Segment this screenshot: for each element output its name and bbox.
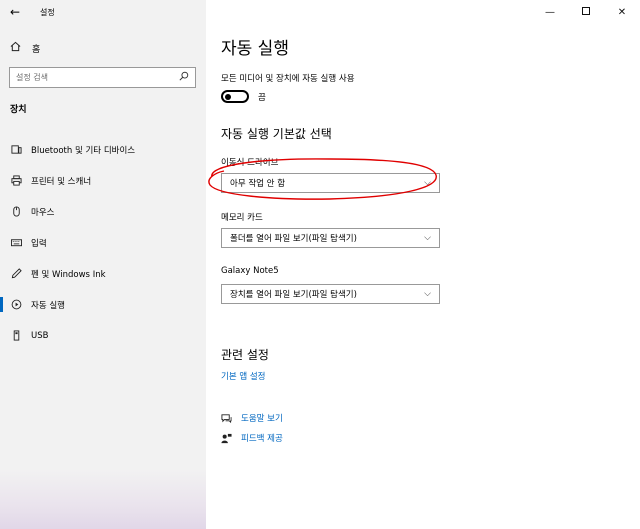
- sidebar-item-typing[interactable]: 입력: [0, 227, 206, 258]
- search-icon: [179, 71, 189, 84]
- printer-icon: [11, 175, 31, 186]
- galaxy-note5-label: Galaxy Note5: [221, 266, 279, 276]
- autoplay-icon: [11, 299, 31, 310]
- sidebar-item-bluetooth[interactable]: Bluetooth 및 기타 디바이스: [0, 134, 206, 165]
- dropdown-value: 장치를 열어 파일 보기(파일 탐색기): [230, 290, 357, 300]
- toggle-knob: [225, 93, 231, 100]
- memory-card-dropdown[interactable]: 폴더를 열어 파일 보기(파일 탐색기) ⌵: [221, 228, 440, 248]
- sidebar-item-autoplay[interactable]: 자동 실행: [0, 289, 206, 320]
- usb-icon: [11, 330, 31, 341]
- removable-drive-dropdown[interactable]: 아무 작업 안 함 ⌵: [221, 173, 440, 193]
- sidebar-item-label: 자동 실행: [31, 300, 65, 311]
- home-icon: [10, 41, 32, 55]
- main-panel: 자동 실행 모든 미디어 및 장치에 자동 실행 사용 끔 자동 실행 기본값 …: [206, 0, 640, 529]
- bluetooth-device-icon: [11, 144, 31, 155]
- sidebar-item-label: 프린터 및 스캐너: [31, 176, 92, 187]
- autoplay-toggle-switch[interactable]: [221, 90, 249, 103]
- sidebar-item-label: Bluetooth 및 기타 디바이스: [31, 145, 136, 156]
- defaults-heading: 자동 실행 기본값 선택: [221, 127, 332, 141]
- galaxy-note5-dropdown[interactable]: 장치를 열어 파일 보기(파일 탐색기) ⌵: [221, 284, 440, 304]
- sidebar-item-pen[interactable]: 펜 및 Windows Ink: [0, 258, 206, 289]
- sidebar-item-label: 펜 및 Windows Ink: [31, 269, 106, 280]
- sidebar-item-label: 입력: [31, 238, 47, 249]
- chevron-down-icon: ⌵: [424, 178, 431, 188]
- settings-search-box[interactable]: [9, 67, 196, 88]
- feedback-label: 피드백 제공: [241, 434, 283, 444]
- help-label: 도움말 보기: [241, 414, 283, 424]
- sidebar-item-usb[interactable]: USB: [0, 320, 206, 351]
- title-bar: ← 설정: [0, 0, 206, 24]
- home-label: 홈: [32, 44, 41, 55]
- home-nav-item[interactable]: 홈: [0, 38, 206, 58]
- sidebar-item-mouse[interactable]: 마우스: [0, 196, 206, 227]
- mouse-icon: [11, 206, 31, 217]
- sidebar-nav: Bluetooth 및 기타 디바이스 프린터 및 스캐너 마우스 입력 펜 및…: [0, 134, 206, 351]
- sidebar-item-label: 마우스: [31, 207, 55, 218]
- sidebar-item-label: USB: [31, 330, 49, 341]
- keyboard-icon: [11, 237, 31, 248]
- dropdown-value: 아무 작업 안 함: [230, 179, 286, 189]
- sidebar-background-gradient: [0, 469, 206, 529]
- toggle-state-label: 끔: [258, 93, 266, 103]
- chevron-down-icon: ⌵: [424, 289, 431, 299]
- chevron-down-icon: ⌵: [424, 233, 431, 243]
- sidebar-item-printers[interactable]: 프린터 및 스캐너: [0, 165, 206, 196]
- get-help-link[interactable]: 도움말 보기: [221, 412, 283, 424]
- back-arrow-icon: ←: [9, 5, 21, 19]
- dropdown-value: 폴더를 열어 파일 보기(파일 탐색기): [230, 234, 357, 244]
- give-feedback-link[interactable]: 피드백 제공: [221, 432, 283, 444]
- autoplay-toggle-caption: 모든 미디어 및 장치에 자동 실행 사용: [221, 74, 355, 84]
- pen-icon: [11, 268, 31, 279]
- page-title: 자동 실행: [221, 39, 289, 59]
- feedback-person-icon: [221, 433, 241, 444]
- sidebar: ← 설정 홈 장치 Bluetooth 및 기타 디바이스 프린터 및 스캐너: [0, 0, 206, 529]
- removable-drive-label: 이동식 드라이브: [221, 158, 279, 168]
- related-settings-heading: 관련 설정: [221, 348, 269, 362]
- back-button[interactable]: ←: [0, 0, 30, 24]
- help-chat-icon: [221, 413, 241, 424]
- memory-card-label: 메모리 카드: [221, 213, 263, 223]
- window-title: 설정: [40, 7, 55, 17]
- section-heading: 장치: [10, 105, 27, 115]
- search-input[interactable]: [16, 73, 179, 82]
- default-apps-link[interactable]: 기본 앱 설정: [221, 370, 266, 382]
